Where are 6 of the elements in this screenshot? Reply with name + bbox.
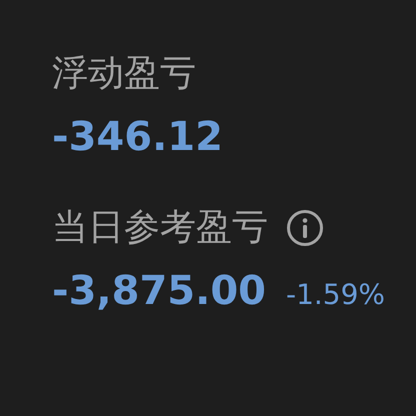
metric-value: -3,875.00 <box>52 268 266 314</box>
percent-change: -1.59% <box>286 277 386 313</box>
metric-value: -346.12 <box>52 114 223 160</box>
metric-label: 浮动盈亏 <box>52 52 196 96</box>
metric-label: 当日参考盈亏 <box>52 206 268 250</box>
info-icon[interactable] <box>286 209 324 247</box>
